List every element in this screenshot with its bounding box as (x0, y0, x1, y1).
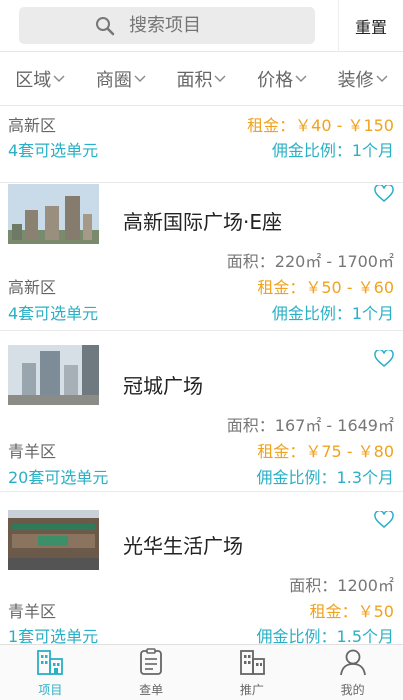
filter-price[interactable]: 价格 (242, 53, 323, 105)
listing-title[interactable]: 冠城广场 (123, 370, 203, 399)
building-icon (239, 650, 265, 675)
listing-title[interactable]: 光华生活广场 (123, 530, 243, 559)
filter-area[interactable]: 面积 (161, 53, 242, 105)
filter-business-area[interactable]: 商圈 (81, 53, 162, 105)
tab-label: 查单 (139, 683, 164, 697)
user-icon (339, 649, 366, 676)
filter-label: 价格 (257, 70, 294, 91)
units-available: 4套可选单元 (8, 141, 99, 160)
search-box[interactable] (19, 7, 315, 44)
filter-district[interactable]: 区域 (0, 53, 81, 105)
commission-rate: 佣金比例：1个月 (271, 141, 394, 160)
bottom-tab-bar: 项目 查单 推广 我的 (0, 644, 403, 700)
listing-title[interactable]: 高新国际广场·E座 (123, 206, 282, 235)
heart-icon[interactable] (374, 185, 394, 203)
filter-label: 面积 (176, 70, 213, 91)
buildings-icon (37, 650, 64, 675)
heart-icon[interactable] (374, 511, 394, 529)
listing-list: 高新区 租金：￥40 - ￥150 4套可选单元 佣金比例：1个月 高新国际广场… (0, 106, 403, 644)
search-icon (96, 16, 115, 35)
tab-promote[interactable]: 推广 (202, 645, 303, 700)
filter-label: 商圈 (95, 70, 132, 91)
district-label: 高新区 (8, 278, 57, 297)
chevron-down-icon (214, 75, 226, 82)
commission-rate: 佣金比例：1个月 (271, 304, 394, 323)
tab-me[interactable]: 我的 (302, 645, 403, 700)
area-range: 面积：167㎡ - 1649㎡ (226, 416, 394, 435)
chevron-down-icon (295, 75, 307, 82)
filter-label: 装修 (337, 70, 374, 91)
tab-label: 推广 (239, 683, 264, 697)
chevron-down-icon (134, 75, 146, 82)
search-input[interactable] (129, 15, 239, 36)
district-label: 青羊区 (8, 442, 57, 461)
building-photo (8, 345, 99, 405)
chevron-down-icon (376, 75, 388, 82)
area-range: 面积：220㎡ - 1700㎡ (226, 252, 394, 271)
units-available: 1套可选单元 (8, 627, 99, 644)
rent-range: 租金：￥40 - ￥150 (247, 116, 394, 135)
listing-card[interactable]: 高新国际广场·E座 面积：220㎡ - 1700㎡ 高新区 租金：￥50 - ￥… (0, 184, 403, 331)
area-range: 面积：1200㎡ (289, 576, 394, 595)
filter-bar: 区域 商圈 面积 价格 装修 (0, 53, 403, 106)
commission-rate: 佣金比例：1.5个月 (256, 627, 394, 644)
filter-label: 区域 (15, 70, 52, 91)
tab-orders[interactable]: 查单 (101, 645, 202, 700)
rent-range: 租金：￥75 - ￥80 (257, 442, 394, 461)
chevron-down-icon (53, 75, 65, 82)
building-photo (8, 510, 99, 570)
tab-projects[interactable]: 项目 (0, 645, 101, 700)
reset-button[interactable]: 重置 (338, 0, 403, 52)
building-photo (8, 184, 99, 244)
rent-range: 租金：￥50 - ￥60 (257, 278, 394, 297)
listing-card[interactable]: 高新区 租金：￥40 - ￥150 4套可选单元 佣金比例：1个月 (0, 106, 403, 183)
listing-card[interactable]: 冠城广场 面积：167㎡ - 1649㎡ 青羊区 租金：￥75 - ￥80 20… (0, 332, 403, 492)
tab-label: 项目 (38, 683, 63, 697)
heart-icon[interactable] (374, 350, 394, 368)
top-bar: 重置 (0, 0, 403, 52)
district-label: 青羊区 (8, 602, 57, 621)
commission-rate: 佣金比例：1.3个月 (256, 468, 394, 487)
district-label: 高新区 (8, 116, 57, 135)
rent-range: 租金：￥50 (309, 602, 394, 621)
units-available: 20套可选单元 (8, 468, 109, 487)
listing-card[interactable]: 光华生活广场 面积：1200㎡ 青羊区 租金：￥50 1套可选单元 佣金比例：1… (0, 493, 403, 644)
clipboard-icon (140, 648, 163, 675)
units-available: 4套可选单元 (8, 304, 99, 323)
tab-label: 我的 (340, 683, 365, 697)
filter-decoration[interactable]: 装修 (322, 53, 403, 105)
